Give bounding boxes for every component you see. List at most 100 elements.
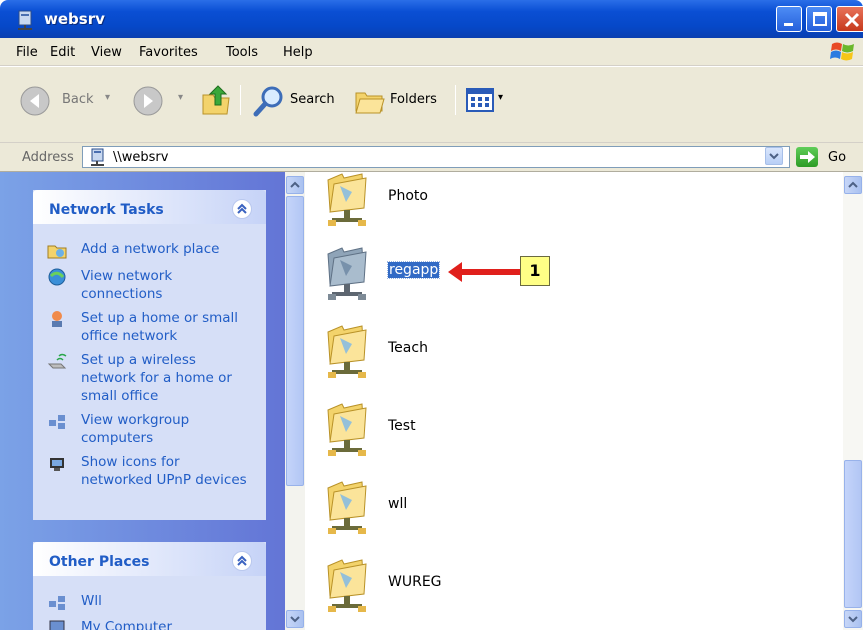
address-value: \\websrv <box>113 150 169 165</box>
folder-label[interactable]: regapp <box>386 261 441 279</box>
scroll-down-button[interactable] <box>286 610 304 628</box>
network-tasks-header[interactable]: Network Tasks <box>33 190 266 224</box>
task-label: Add a network place <box>81 241 220 257</box>
other-places-title: Other Places <box>49 554 150 570</box>
chevron-up-icon <box>290 181 300 188</box>
shared-folder-icon <box>327 403 367 456</box>
network-drive-icon <box>18 10 32 30</box>
task-label: Set up a home or small office network <box>81 310 239 344</box>
task-label: View workgroup computers <box>81 412 190 446</box>
menu-edit[interactable]: Edit <box>50 45 75 60</box>
views-icon[interactable] <box>466 88 494 112</box>
minimize-icon <box>784 23 793 26</box>
menu-help[interactable]: Help <box>283 45 313 60</box>
network-tasks-title: Network Tasks <box>49 202 164 218</box>
shared-folder-item[interactable]: wll <box>322 478 622 538</box>
scroll-up-button[interactable] <box>286 176 304 194</box>
search-icon[interactable] <box>252 84 286 118</box>
folders-label[interactable]: Folders <box>390 92 437 107</box>
minimize-button[interactable] <box>776 6 802 32</box>
shared-folder-icon <box>327 325 367 378</box>
shared-folder-item[interactable]: Photo <box>322 170 622 230</box>
chevron-down-icon <box>848 616 858 623</box>
workgroup-icon <box>49 596 65 610</box>
back-label: Back <box>62 92 94 107</box>
close-button[interactable] <box>836 6 863 32</box>
collapse-button[interactable] <box>232 551 252 571</box>
chevron-down-icon <box>290 616 300 623</box>
callout-arrow-icon <box>448 262 520 282</box>
shared-folder-icon <box>327 559 367 612</box>
folders-icon[interactable] <box>354 85 386 115</box>
search-label[interactable]: Search <box>290 92 335 107</box>
other-places-panel: Other Places Wll My Computer <box>33 542 266 630</box>
folder-label[interactable]: Photo <box>388 188 428 204</box>
address-input[interactable]: \\websrv <box>82 146 790 168</box>
scroll-up-button[interactable] <box>844 176 862 194</box>
shared-folder-item[interactable]: Teach <box>322 322 622 382</box>
folder-label[interactable]: WUREG <box>388 574 442 590</box>
address-dropdown-button[interactable] <box>765 147 783 165</box>
place-label: Wll <box>81 593 102 609</box>
go-button[interactable] <box>796 147 818 167</box>
title-bar: websrv <box>0 0 863 38</box>
task-label: Set up a wireless network for a home or … <box>81 352 232 404</box>
maximize-icon <box>813 12 827 26</box>
address-label: Address <box>22 150 74 165</box>
toolbar-separator <box>455 85 456 115</box>
place-label: My Computer <box>81 619 173 630</box>
menu-file[interactable]: File <box>16 45 38 60</box>
menu-favorites[interactable]: Favorites <box>139 45 198 60</box>
toolbar: Back ▾ ▾ Search Folders ▾ <box>0 67 863 143</box>
scroll-down-button[interactable] <box>844 610 862 628</box>
content-scrollbar[interactable] <box>843 172 863 630</box>
network-tasks-panel: Network Tasks Add a network place View n… <box>33 190 266 520</box>
go-arrow-icon <box>800 151 815 163</box>
double-chevron-up-icon <box>237 555 247 566</box>
windows-logo-icon <box>830 42 854 61</box>
network-drive-icon <box>91 148 104 166</box>
window-title: websrv <box>44 10 105 28</box>
network-connections-icon <box>48 268 66 286</box>
folder-up-icon[interactable] <box>200 83 232 117</box>
toolbar-separator <box>240 85 241 115</box>
chevron-up-icon <box>848 181 858 188</box>
close-icon <box>844 12 860 28</box>
task-label: Show icons for networked UPnP devices <box>81 454 247 488</box>
shared-folder-item[interactable]: Test <box>322 400 622 460</box>
double-chevron-up-icon <box>237 203 247 214</box>
address-bar: Address \\websrv Go <box>0 143 863 172</box>
menu-tools[interactable]: Tools <box>226 45 258 60</box>
maximize-button[interactable] <box>806 6 832 32</box>
home-network-icon <box>52 311 62 327</box>
menu-bar: File Edit View Favorites Tools Help <box>0 38 863 66</box>
scroll-thumb[interactable] <box>286 196 304 486</box>
task-pane: Network Tasks Add a network place View n… <box>0 172 285 630</box>
wireless-icon <box>47 353 67 369</box>
collapse-button[interactable] <box>232 199 252 219</box>
scroll-thumb[interactable] <box>844 460 862 608</box>
task-pane-scrollbar[interactable] <box>285 172 305 630</box>
menu-view[interactable]: View <box>91 45 122 60</box>
back-dropdown-icon[interactable]: ▾ <box>105 92 110 103</box>
shared-folder-icon <box>327 173 367 226</box>
folder-label[interactable]: wll <box>388 496 407 512</box>
chevron-down-icon <box>769 153 779 160</box>
shared-folder-icon <box>327 481 367 534</box>
folder-label[interactable]: Teach <box>388 340 428 356</box>
workgroup-icon <box>49 415 65 429</box>
back-icon[interactable] <box>19 85 51 117</box>
upnp-icon <box>50 458 64 471</box>
add-network-place-icon <box>47 245 67 259</box>
views-dropdown-icon[interactable]: ▾ <box>498 92 503 103</box>
callout-badge: 1 <box>520 256 550 286</box>
go-label[interactable]: Go <box>828 150 846 165</box>
other-places-header[interactable]: Other Places <box>33 542 266 576</box>
shared-folder-selected-icon <box>327 247 367 300</box>
forward-dropdown-icon[interactable]: ▾ <box>178 92 183 103</box>
forward-icon[interactable] <box>132 85 164 117</box>
shared-folder-item[interactable]: WUREG <box>322 556 622 616</box>
my-computer-icon <box>49 620 65 630</box>
folder-label[interactable]: Test <box>388 418 416 434</box>
task-label: View network connections <box>81 268 173 302</box>
